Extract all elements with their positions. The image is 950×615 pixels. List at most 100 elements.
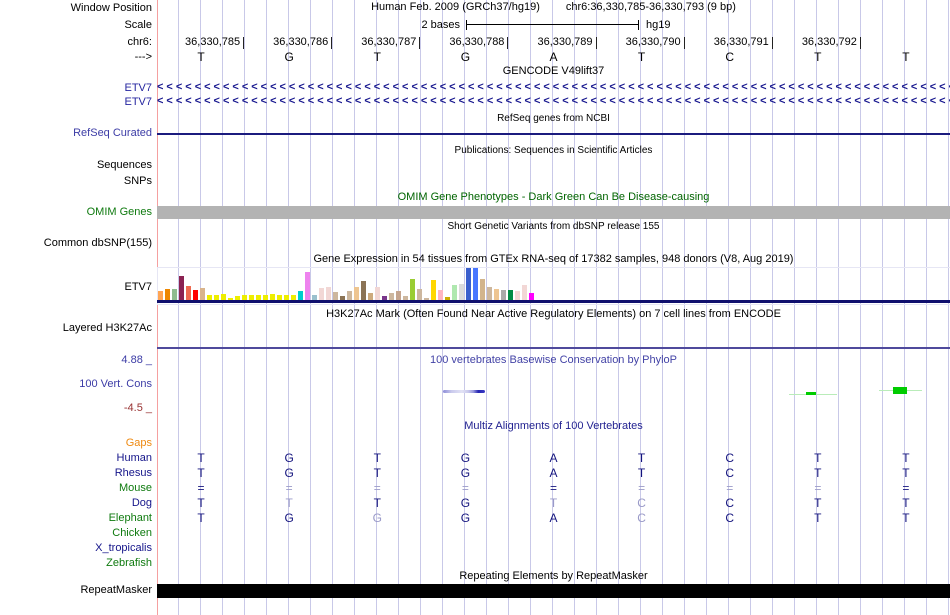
species-label-elephant[interactable]: Elephant: [109, 512, 152, 524]
species-label-human[interactable]: Human: [117, 452, 152, 464]
alignment-base: A: [549, 511, 558, 525]
gtex-bar[interactable]: [501, 290, 506, 300]
gtex-bar[interactable]: [431, 280, 436, 300]
omim-track-title: OMIM Gene Phenotypes - Dark Green Can Be…: [397, 191, 710, 203]
gtex-bar[interactable]: [480, 279, 485, 300]
track-label-100-vert-cons[interactable]: 100 Vert. Cons: [79, 378, 152, 390]
repeatmasker-element-bar[interactable]: [157, 584, 950, 598]
assembly-short-label: hg19: [646, 19, 671, 31]
conservation-green-dash[interactable]: [806, 392, 816, 395]
gtex-bar[interactable]: [319, 288, 324, 300]
gtex-bar[interactable]: [179, 276, 184, 300]
omim-gene-bar[interactable]: [157, 206, 950, 219]
gtex-bar[interactable]: [361, 281, 366, 300]
gtex-bar[interactable]: [522, 285, 527, 300]
alignment-base: G: [460, 496, 471, 510]
conservation-track-title: 100 vertebrates Basewise Conservation by…: [429, 354, 678, 366]
alignment-base: =: [285, 481, 293, 495]
gtex-track-title: Gene Expression in 54 tissues from GTEx …: [313, 253, 794, 265]
coordinate-label: 36,330,792: [801, 36, 857, 48]
gtex-bar[interactable]: [466, 268, 471, 300]
gtex-bar[interactable]: [396, 291, 401, 300]
refseq-gene-line[interactable]: [157, 133, 950, 135]
scale-label: Scale: [124, 19, 152, 31]
gtex-bar[interactable]: [193, 290, 198, 300]
gtex-bar[interactable]: [508, 290, 513, 300]
alignment-base: C: [725, 496, 735, 510]
track-label-omim-genes[interactable]: OMIM Genes: [87, 206, 152, 218]
conservation-max-value: 4.88 _: [121, 354, 152, 366]
conservation-score-smudge[interactable]: [443, 390, 485, 393]
gtex-bar[interactable]: [354, 287, 359, 300]
track-label-snps[interactable]: SNPs: [124, 175, 152, 187]
gtex-bar[interactable]: [375, 287, 380, 300]
etv7-transcript-1[interactable]: <<<<<<<<<<<<<<<<<<<<<<<<<<<<<<<<<<<<<<<<…: [157, 81, 950, 94]
species-label-dog[interactable]: Dog: [132, 497, 152, 509]
gtex-bar[interactable]: [494, 289, 499, 300]
gtex-bar[interactable]: [459, 284, 464, 300]
gtex-bar[interactable]: [452, 285, 457, 300]
alignment-base: T: [902, 466, 910, 480]
conservation-green-box[interactable]: [893, 387, 907, 394]
refseq-track-title: RefSeq genes from NCBI: [497, 113, 610, 124]
gtex-bar[interactable]: [200, 288, 205, 300]
coordinate-tick: [683, 37, 685, 49]
gtex-bar[interactable]: [529, 293, 534, 300]
gtex-bar[interactable]: [186, 286, 191, 300]
track-label-common-dbsnp[interactable]: Common dbSNP(155): [44, 237, 152, 249]
reference-base: T: [902, 50, 910, 64]
alignment-base: T: [197, 511, 205, 525]
track-label-refseq-curated[interactable]: RefSeq Curated: [73, 127, 152, 139]
species-label-zebrafish[interactable]: Zebrafish: [106, 557, 152, 569]
gtex-bar[interactable]: [347, 291, 352, 300]
alignment-base: T: [902, 451, 910, 465]
gtex-bar[interactable]: [487, 287, 492, 300]
alignment-base: G: [460, 511, 471, 525]
alignment-base: T: [373, 451, 381, 465]
track-label-layered-h3k27ac[interactable]: Layered H3K27Ac: [63, 322, 152, 334]
track-label-sequences[interactable]: Sequences: [97, 159, 152, 171]
gtex-bar[interactable]: [410, 279, 415, 300]
gtex-bar[interactable]: [165, 289, 170, 300]
alignment-base: =: [726, 481, 734, 495]
gtex-bar[interactable]: [158, 291, 163, 300]
gtex-bar[interactable]: [305, 272, 310, 300]
species-label-mouse[interactable]: Mouse: [119, 482, 152, 494]
gtex-bar[interactable]: [438, 290, 443, 300]
alignment-base: =: [549, 481, 557, 495]
track-label-repeatmasker[interactable]: RepeatMasker: [80, 584, 152, 596]
species-label-x_tropicalis[interactable]: X_tropicalis: [95, 542, 152, 554]
alignment-base: A: [549, 466, 558, 480]
gtex-bar[interactable]: [368, 293, 373, 300]
alignment-base: T: [197, 496, 205, 510]
species-label-chicken[interactable]: Chicken: [112, 527, 152, 539]
alignment-base: T: [814, 511, 822, 525]
alignment-base: C: [637, 496, 646, 510]
gtex-bar-chart[interactable]: [158, 268, 538, 300]
gtex-bar[interactable]: [473, 268, 478, 300]
gtex-bar[interactable]: [326, 287, 331, 300]
species-label-rhesus[interactable]: Rhesus: [115, 467, 152, 479]
multiz-track-title: Multiz Alignments of 100 Vertebrates: [464, 420, 643, 432]
gtex-bar[interactable]: [298, 291, 303, 300]
gtex-bar[interactable]: [417, 289, 422, 300]
gtex-bar[interactable]: [515, 291, 520, 300]
h3k27ac-signal-line[interactable]: [157, 347, 950, 349]
gene-label-etv7-1[interactable]: ETV7: [124, 82, 152, 94]
gene-label-etv7-2[interactable]: ETV7: [124, 96, 152, 108]
genome-browser-image: Window Position Scale chr6: ---> ETV7 ET…: [0, 0, 950, 615]
species-label-gaps[interactable]: Gaps: [126, 437, 152, 449]
gtex-bar[interactable]: [333, 292, 338, 300]
gtex-gene-model-line[interactable]: [157, 300, 950, 303]
track-label-gtex-etv7[interactable]: ETV7: [124, 281, 152, 293]
reference-base: G: [284, 50, 294, 64]
window-position-title: Human Feb. 2009 (GRCh37/hg19) chr6:36,33…: [157, 1, 950, 13]
etv7-transcript-2[interactable]: <<<<<<<<<<<<<<<<<<<<<<<<<<<<<<<<<<<<<<<<…: [157, 95, 950, 108]
alignment-base: G: [284, 451, 294, 465]
position-range-title: chr6:36,330,785-36,330,793 (9 bp): [565, 1, 736, 13]
alignment-base: T: [373, 466, 381, 480]
gtex-bar[interactable]: [172, 289, 177, 300]
gtex-bar[interactable]: [389, 293, 394, 300]
coordinate-tick: [859, 37, 861, 49]
reference-base: T: [373, 50, 381, 64]
